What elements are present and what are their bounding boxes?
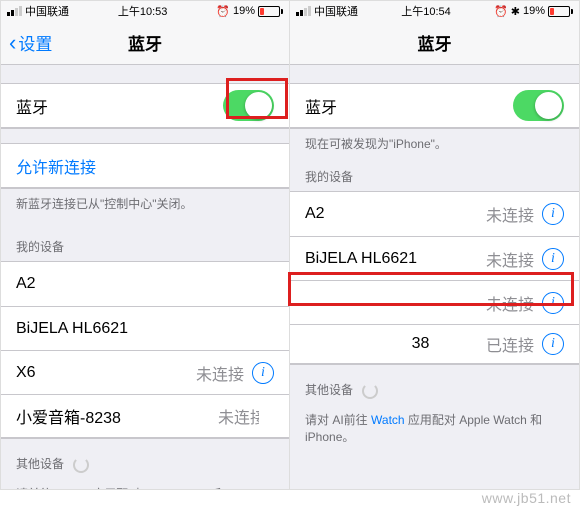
device-row[interactable]: 小爱音箱-8238 未连接 — [1, 394, 289, 438]
bluetooth-label: 蓝牙 — [305, 94, 513, 118]
signal-icon — [296, 6, 311, 16]
page-title: 蓝牙 — [290, 30, 579, 55]
screen-left: 中国联通 上午10:53 ⏰ 19% ‹ 设置 蓝牙 蓝牙 — [1, 1, 290, 489]
device-row[interactable]: BiJELA HL6621 未连接 i — [290, 236, 579, 280]
device-name: BiJELA HL6621 — [305, 250, 486, 268]
bluetooth-icon: ✱ — [511, 5, 520, 18]
screen-right: 中国联通 上午10:54 ⏰ ✱ 19% 蓝牙 蓝牙 现在可被发现为"iPhon… — [290, 1, 579, 489]
status-time: 上午10:54 — [401, 3, 451, 19]
device-status: 未连接 — [486, 202, 534, 226]
device-name: A2 — [305, 205, 486, 223]
bluetooth-toggle-row: 蓝牙 — [1, 84, 289, 128]
status-bar: 中国联通 上午10:54 ⏰ ✱ 19% — [290, 1, 579, 21]
other-devices-header: 其他设备 — [1, 439, 289, 479]
allow-new-connections-row[interactable]: 允许新连接 — [1, 144, 289, 188]
device-row[interactable]: 未连接 i — [290, 280, 579, 324]
device-name: X6 — [16, 364, 196, 382]
device-status: 已连接 — [486, 332, 534, 356]
info-icon[interactable]: i — [542, 248, 564, 270]
device-row[interactable]: A2 — [1, 262, 289, 306]
info-icon[interactable]: i — [542, 292, 564, 314]
alarm-icon: ⏰ — [216, 5, 230, 18]
bluetooth-toggle-row: 蓝牙 — [290, 84, 579, 128]
bluetooth-toggle[interactable] — [223, 90, 274, 121]
my-devices-header: 我的设备 — [1, 222, 289, 261]
page-title: 蓝牙 — [1, 30, 289, 55]
my-devices-header: 我的设备 — [290, 162, 579, 191]
watch-link[interactable]: Watch — [55, 487, 89, 489]
info-icon[interactable]: i — [542, 333, 564, 355]
spinner-icon — [73, 457, 89, 473]
other-devices-header: 其他设备 — [290, 365, 579, 405]
device-name: 小爱音箱-8238 — [16, 404, 218, 428]
battery-icon — [258, 6, 283, 17]
bluetooth-toggle[interactable] — [513, 90, 564, 121]
status-time: 上午10:53 — [118, 3, 168, 19]
device-row[interactable]: 38 已连接 i — [290, 324, 579, 364]
watch-footer: 请前往 Watch 应用配对 Apple Watch 和 iPhone。 — [1, 479, 289, 489]
carrier-label: 中国联通 — [25, 3, 69, 19]
info-icon[interactable]: i — [252, 362, 274, 384]
battery-icon — [548, 6, 573, 17]
device-status: 未连接 — [486, 247, 534, 271]
info-icon[interactable]: i — [542, 203, 564, 225]
closed-note: 新蓝牙连接已从"控制中心"关闭。 — [1, 189, 289, 222]
status-bar: 中国联通 上午10:53 ⏰ 19% — [1, 1, 289, 21]
nav-bar: 蓝牙 — [290, 21, 579, 65]
device-status: 未连接 — [196, 361, 244, 385]
battery-percent: 19% — [523, 5, 545, 17]
allow-new-label: 允许新连接 — [16, 154, 274, 178]
device-name: 38 — [305, 335, 486, 353]
discoverable-note: 现在可被发现为"iPhone"。 — [290, 129, 579, 162]
device-row[interactable]: A2 未连接 i — [290, 192, 579, 236]
carrier-label: 中国联通 — [314, 3, 358, 19]
device-row[interactable]: BiJELA HL6621 — [1, 306, 289, 350]
device-status: 未连接 — [486, 291, 534, 315]
nav-bar: ‹ 设置 蓝牙 — [1, 21, 289, 65]
watch-footer: 请对 AI前往 Watch 应用配对 Apple Watch 和 iPhone。 — [290, 405, 579, 455]
battery-percent: 19% — [233, 5, 255, 17]
watermark: www.jb51.net — [482, 490, 571, 506]
device-row[interactable]: X6 未连接 i — [1, 350, 289, 394]
signal-icon — [7, 6, 22, 16]
spinner-icon — [362, 383, 378, 399]
alarm-icon: ⏰ — [494, 5, 508, 18]
bluetooth-label: 蓝牙 — [16, 94, 223, 118]
watch-link[interactable]: Watch — [371, 413, 405, 427]
